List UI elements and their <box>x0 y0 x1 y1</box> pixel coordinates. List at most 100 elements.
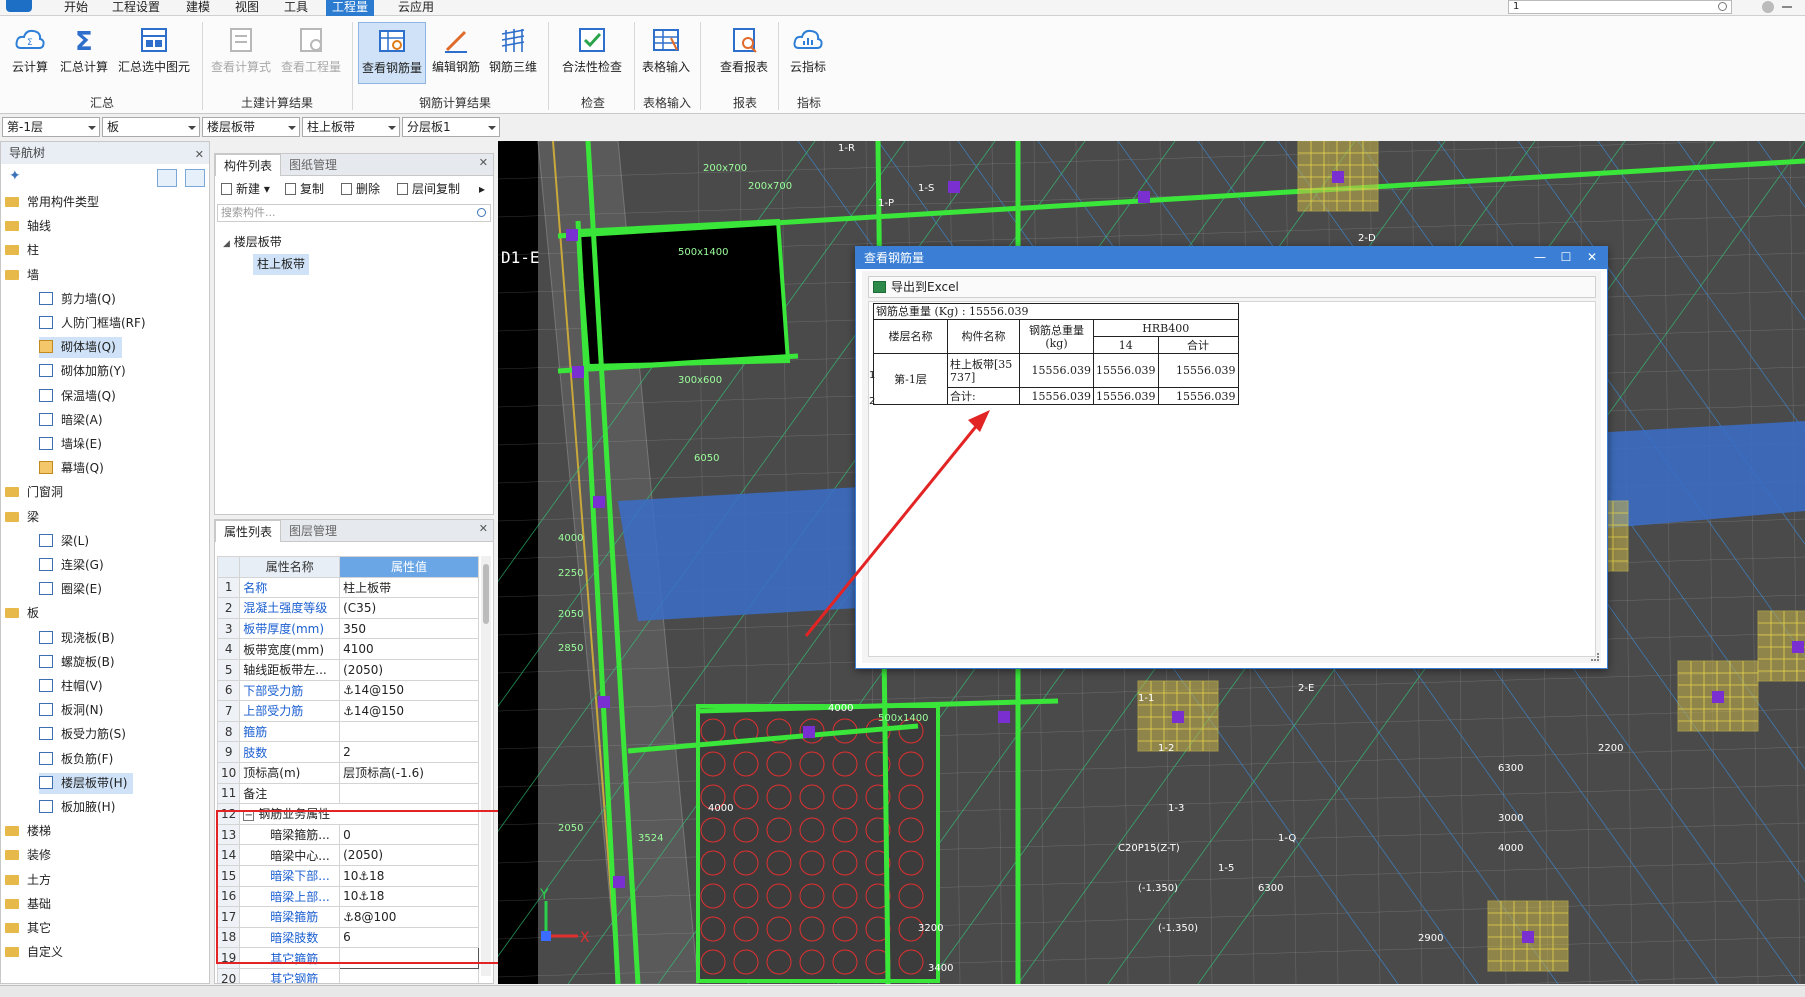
property-value[interactable]: 柱上板带 <box>339 576 479 599</box>
nav-folder[interactable]: 柱 <box>5 240 45 261</box>
nav-folder[interactable]: 自定义 <box>5 942 69 963</box>
nav-item[interactable]: 剪力墙(Q) <box>39 289 122 310</box>
nav-folder[interactable]: 其它 <box>5 918 57 939</box>
property-row[interactable]: 1 名称 柱上板带 <box>216 576 479 599</box>
search-input[interactable]: 1 <box>1508 0 1732 14</box>
export-excel-button[interactable]: 导出到Excel <box>868 276 1596 298</box>
summary-calc-button[interactable]: Σ 汇总计算 <box>56 22 112 84</box>
table-input-button[interactable]: 表格输入 <box>640 22 692 84</box>
nav-folder[interactable]: 常用构件类型 <box>5 192 105 213</box>
tab-layer-management[interactable]: 图层管理 <box>281 520 345 542</box>
nav-folder[interactable]: 基础 <box>5 894 57 915</box>
component-select[interactable]: 柱上板带 <box>302 117 400 137</box>
nav-item[interactable]: 板加腋(H) <box>39 797 121 818</box>
nav-folder[interactable]: 门窗洞 <box>5 482 69 503</box>
minimize-icon[interactable]: — <box>1532 250 1548 264</box>
property-row[interactable]: 9 肢数 2 <box>216 741 479 763</box>
property-value[interactable]: (C35) <box>339 597 479 619</box>
category-select[interactable]: 板 <box>102 117 200 137</box>
nav-item[interactable]: 板洞(N) <box>39 700 109 721</box>
nav-item[interactable]: 砌体墙(Q) <box>39 337 122 359</box>
user-avatar-icon[interactable] <box>1762 1 1774 13</box>
nav-item[interactable]: 墙垛(E) <box>39 434 108 455</box>
property-value[interactable]: ⚓14@150 <box>339 679 479 702</box>
more-icon[interactable]: ▸ <box>479 181 485 197</box>
nav-folder[interactable]: 轴线 <box>5 216 57 237</box>
property-row[interactable]: 20 其它钢筋 <box>216 967 479 983</box>
delete-button[interactable]: 删除 <box>341 181 380 197</box>
grid-view-icon[interactable] <box>185 169 205 187</box>
property-row[interactable]: 2 混凝土强度等级 (C35) <box>216 597 479 619</box>
nav-item[interactable]: 现浇板(B) <box>39 628 121 649</box>
close-icon[interactable]: ✕ <box>1584 250 1600 264</box>
tab-component-list[interactable]: 构件列表 <box>215 154 282 176</box>
layer-select[interactable]: 分层板1 <box>402 117 500 137</box>
search-icon[interactable] <box>477 208 486 217</box>
property-value[interactable]: 层顶标高(-1.6) <box>339 761 479 784</box>
tree-node-column-strip[interactable]: 柱上板带 <box>253 254 310 275</box>
nav-item[interactable]: 砌体加筋(Y) <box>39 361 132 382</box>
property-value[interactable] <box>339 720 479 743</box>
scrollbar-thumb[interactable] <box>483 564 489 624</box>
property-row[interactable]: 10 顶标高(m) 层顶标高(-1.6) <box>216 761 479 784</box>
nav-item[interactable]: 柱帽(V) <box>39 676 109 697</box>
nav-item[interactable]: 暗梁(A) <box>39 410 109 431</box>
validity-check-button[interactable]: 合法性检查 <box>554 22 630 84</box>
tab-property-list[interactable]: 属性列表 <box>215 520 282 542</box>
nav-folder[interactable]: 装修 <box>5 845 57 866</box>
nav-item[interactable]: 幕墙(Q) <box>39 458 110 479</box>
nav-folder[interactable]: 墙 <box>5 265 45 286</box>
nav-folder[interactable]: 楼梯 <box>5 821 57 842</box>
view-report-button[interactable]: 查看报表 <box>716 22 772 84</box>
cloud-calc-button[interactable]: Σ 云计算 <box>8 22 52 84</box>
menu-tab-view[interactable]: 视图 <box>229 0 265 16</box>
nav-item[interactable]: 人防门框墙(RF) <box>39 313 152 334</box>
floor-select[interactable]: 第-1层 <box>2 117 100 137</box>
property-row[interactable]: 11 备注 <box>216 782 479 805</box>
edit-rebar-button[interactable]: 编辑钢筋 <box>430 22 482 84</box>
view-rebar-button[interactable]: 查看钢筋量 <box>358 22 426 84</box>
list-view-icon[interactable] <box>157 169 177 187</box>
nav-item[interactable]: 板负筋(F) <box>39 749 119 770</box>
close-icon[interactable]: ✕ <box>195 144 204 166</box>
property-row[interactable]: 6 下部受力筋 ⚓14@150 <box>216 679 479 702</box>
property-value[interactable] <box>339 782 479 805</box>
nav-item[interactable]: 梁(L) <box>39 531 95 552</box>
search-icon[interactable] <box>1718 2 1727 11</box>
view-formula-button[interactable]: 查看计算式 <box>208 22 274 84</box>
menu-tab-start[interactable]: 开始 <box>58 0 94 16</box>
nav-item[interactable]: 连梁(G) <box>39 555 110 576</box>
sum-selected-button[interactable]: 汇总选中图元 <box>114 22 194 84</box>
copy-button[interactable]: 复制 <box>285 181 324 197</box>
menu-tab-cloud-apps[interactable]: 云应用 <box>392 0 440 16</box>
menu-tab-tools[interactable]: 工具 <box>278 0 314 16</box>
property-row[interactable]: 7 上部受力筋 ⚓14@150 <box>216 700 479 722</box>
cloud-index-button[interactable]: 云指标 <box>786 22 830 84</box>
nav-folder[interactable]: 梁 <box>5 507 45 528</box>
property-row[interactable]: 5 轴线距板带左... (2050) <box>216 658 479 681</box>
nav-folder[interactable]: 板 <box>5 603 45 624</box>
property-value[interactable]: 350 <box>339 617 479 640</box>
tab-drawing-management[interactable]: 图纸管理 <box>281 154 345 176</box>
nav-item[interactable]: 板受力筋(S) <box>39 724 132 745</box>
property-value[interactable]: (2050) <box>339 658 479 681</box>
property-row[interactable]: 3 板带厚度(mm) 350 <box>216 617 479 640</box>
floor-copy-button[interactable]: 层间复制 <box>397 181 460 197</box>
property-row[interactable]: 8 箍筋 <box>216 720 479 743</box>
property-value[interactable]: 4100 <box>339 638 479 660</box>
nav-item[interactable]: 圈梁(E) <box>39 579 108 600</box>
tree-node-floor-strip[interactable]: ◢ 楼层板带 <box>223 232 282 253</box>
collapse-triangle-icon[interactable]: ◢ <box>223 239 230 249</box>
nav-item[interactable]: 保温墙(Q) <box>39 386 122 407</box>
pin-icon[interactable]: ✦ <box>9 168 21 184</box>
menu-tab-modeling[interactable]: 建模 <box>180 0 216 16</box>
component-type-select[interactable]: 楼层板带 <box>202 117 300 137</box>
property-value[interactable]: ⚓14@150 <box>339 700 479 722</box>
nav-item[interactable]: 楼层板带(H) <box>39 772 134 794</box>
nav-folder[interactable]: 土方 <box>5 870 57 891</box>
property-value[interactable] <box>339 967 479 983</box>
nav-item[interactable]: 螺旋板(B) <box>39 652 121 673</box>
app-logo-icon[interactable] <box>6 0 32 12</box>
menu-tab-project-settings[interactable]: 工程设置 <box>106 0 166 16</box>
minimize-icon[interactable] <box>1782 6 1792 8</box>
